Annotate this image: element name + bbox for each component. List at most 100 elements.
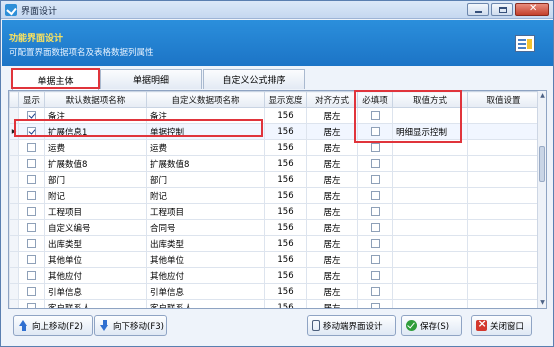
required-checkbox[interactable]	[357, 299, 393, 308]
custom-name-cell[interactable]: 部门	[146, 171, 265, 188]
default-name-cell[interactable]: 自定义编号	[44, 219, 147, 236]
align-cell[interactable]: 居左	[306, 219, 358, 236]
align-cell[interactable]: 居左	[306, 235, 358, 252]
checkbox[interactable]	[27, 142, 36, 152]
value-setting-cell[interactable]	[467, 251, 540, 268]
show-checkbox[interactable]	[18, 283, 45, 300]
checkbox[interactable]	[370, 254, 380, 264]
header-align[interactable]: 对齐方式	[306, 91, 358, 108]
show-checkbox[interactable]	[18, 171, 45, 188]
checkbox[interactable]	[27, 190, 36, 200]
checkbox[interactable]	[27, 126, 36, 136]
default-name-cell[interactable]: 扩展数值8	[44, 155, 147, 172]
value-mode-cell[interactable]	[392, 267, 468, 284]
scroll-up-arrow-icon[interactable]: ▲	[539, 92, 546, 100]
header-show[interactable]: 显示	[18, 91, 45, 108]
default-name-cell[interactable]: 扩展信息1	[44, 123, 147, 140]
required-checkbox[interactable]	[357, 251, 393, 268]
default-name-cell[interactable]: 引单信息	[44, 283, 147, 300]
value-mode-cell[interactable]	[392, 187, 468, 204]
value-setting-cell[interactable]	[467, 267, 540, 284]
vertical-scrollbar[interactable]: ▲ ▼	[537, 91, 546, 308]
table-row[interactable]: 运费 运费 156 居左	[9, 139, 540, 156]
value-setting-cell[interactable]	[467, 219, 540, 236]
align-cell[interactable]: 居左	[306, 171, 358, 188]
move-down-button[interactable]: 向下移动(F3)	[94, 315, 167, 336]
tab-custom-formula-sort[interactable]: 自定义公式排序	[203, 69, 305, 89]
show-checkbox[interactable]	[18, 187, 45, 204]
custom-name-cell[interactable]: 单据控制	[146, 123, 265, 140]
show-checkbox[interactable]	[18, 235, 45, 252]
custom-name-cell[interactable]: 扩展数值8	[146, 155, 265, 172]
checkbox[interactable]	[27, 222, 36, 232]
header-value-mode[interactable]: 取值方式	[392, 91, 468, 108]
width-cell[interactable]: 156	[264, 123, 307, 140]
value-setting-cell[interactable]	[467, 299, 540, 308]
value-mode-cell[interactable]	[392, 251, 468, 268]
width-cell[interactable]: 156	[264, 219, 307, 236]
value-mode-cell[interactable]	[392, 155, 468, 172]
table-row[interactable]: 扩展数值8 扩展数值8 156 居左	[9, 155, 540, 172]
value-setting-cell[interactable]	[467, 107, 540, 124]
custom-name-cell[interactable]: 其他单位	[146, 251, 265, 268]
table-row[interactable]: 备注 备注 156 居左	[9, 107, 540, 124]
width-cell[interactable]: 156	[264, 267, 307, 284]
value-setting-cell[interactable]	[467, 203, 540, 220]
value-mode-cell[interactable]: 明细显示控制	[392, 123, 468, 140]
value-setting-cell[interactable]	[467, 171, 540, 188]
value-setting-cell[interactable]	[467, 235, 540, 252]
required-checkbox[interactable]	[357, 171, 393, 188]
value-mode-cell[interactable]	[392, 107, 468, 124]
table-row[interactable]: 部门 部门 156 居左	[9, 171, 540, 188]
header-width[interactable]: 显示宽度	[264, 91, 307, 108]
move-up-button[interactable]: 向上移动(F2)	[13, 315, 93, 336]
required-checkbox[interactable]	[357, 123, 393, 140]
default-name-cell[interactable]: 其他应付	[44, 267, 147, 284]
value-setting-cell[interactable]	[467, 139, 540, 156]
header-custom-name[interactable]: 自定义数据项名称	[146, 91, 265, 108]
required-checkbox[interactable]	[357, 155, 393, 172]
header-value-setting[interactable]: 取值设置	[467, 91, 540, 108]
default-name-cell[interactable]: 其他单位	[44, 251, 147, 268]
default-name-cell[interactable]: 客户联系人	[44, 299, 147, 308]
required-checkbox[interactable]	[357, 139, 393, 156]
default-name-cell[interactable]: 备注	[44, 107, 147, 124]
checkbox[interactable]	[27, 110, 36, 120]
custom-name-cell[interactable]: 备注	[146, 107, 265, 124]
custom-name-cell[interactable]: 运费	[146, 139, 265, 156]
value-mode-cell[interactable]	[392, 219, 468, 236]
custom-name-cell[interactable]: 附记	[146, 187, 265, 204]
value-mode-cell[interactable]	[392, 171, 468, 188]
checkbox[interactable]	[370, 238, 380, 248]
table-row[interactable]: 引单信息 引单信息 156 居左	[9, 283, 540, 300]
show-checkbox[interactable]	[18, 251, 45, 268]
checkbox[interactable]	[370, 126, 380, 136]
custom-name-cell[interactable]: 工程项目	[146, 203, 265, 220]
required-checkbox[interactable]	[357, 203, 393, 220]
checkbox[interactable]	[27, 206, 36, 216]
checkbox[interactable]	[370, 222, 380, 232]
value-mode-cell[interactable]	[392, 235, 468, 252]
show-checkbox[interactable]	[18, 123, 45, 140]
scrollbar-thumb[interactable]	[539, 146, 545, 182]
align-cell[interactable]: 居左	[306, 123, 358, 140]
checkbox[interactable]	[27, 254, 36, 264]
width-cell[interactable]: 156	[264, 283, 307, 300]
required-checkbox[interactable]	[357, 107, 393, 124]
table-row[interactable]: 客户联系人 客户联系人 156 居左	[9, 299, 540, 308]
checkbox[interactable]	[370, 142, 380, 152]
checkbox[interactable]	[370, 110, 380, 120]
checkbox[interactable]	[27, 158, 36, 168]
show-checkbox[interactable]	[18, 203, 45, 220]
align-cell[interactable]: 居左	[306, 267, 358, 284]
width-cell[interactable]: 156	[264, 171, 307, 188]
required-checkbox[interactable]	[357, 283, 393, 300]
align-cell[interactable]: 居左	[306, 187, 358, 204]
checkbox[interactable]	[27, 286, 36, 296]
close-button[interactable]: 关闭窗口	[471, 315, 532, 336]
required-checkbox[interactable]	[357, 267, 393, 284]
checkbox[interactable]	[27, 302, 36, 308]
maximize-button[interactable]	[491, 3, 513, 16]
checkbox[interactable]	[27, 238, 36, 248]
close-window-button[interactable]: ✕	[515, 3, 549, 16]
